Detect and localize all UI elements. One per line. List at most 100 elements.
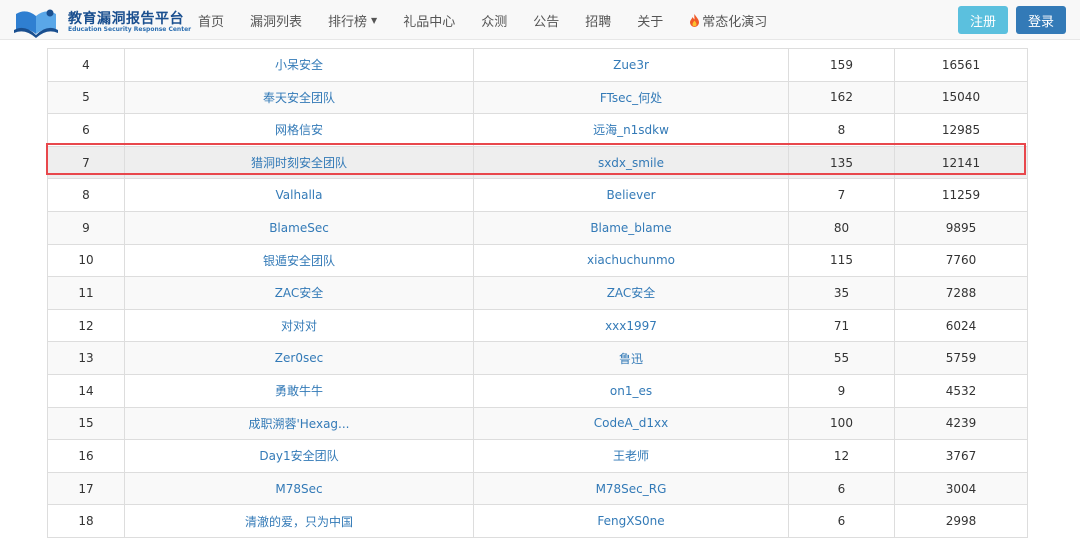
book-logo-icon	[14, 9, 58, 38]
user-link[interactable]: CodeA_d1xx	[473, 406, 789, 441]
user-link[interactable]: 远海_n1sdkw	[473, 113, 789, 147]
table-row: 8 Valhalla Believer 7 11259	[47, 178, 1028, 212]
rank-cell: 13	[47, 341, 125, 375]
user-link[interactable]: xxx1997	[473, 308, 789, 343]
score-cell: 6024	[894, 308, 1028, 343]
rank-cell: 8	[47, 178, 125, 212]
score-cell: 2998	[894, 504, 1028, 538]
user-link[interactable]: Believer	[473, 178, 789, 212]
nav-home[interactable]: 首页	[198, 11, 224, 30]
nav-ranking-label: 排行榜	[328, 14, 368, 30]
vuln-count-cell: 7	[788, 178, 895, 212]
score-cell: 3767	[894, 439, 1028, 473]
login-button[interactable]: 登录	[1016, 6, 1066, 34]
register-button[interactable]: 注册	[958, 6, 1008, 34]
score-cell: 7288	[894, 276, 1028, 310]
team-link[interactable]: Zer0sec	[124, 341, 474, 375]
team-link[interactable]: BlameSec	[124, 210, 474, 245]
logo-title: 教育漏洞报告平台	[68, 11, 184, 27]
user-link[interactable]: 鲁迅	[473, 341, 789, 375]
nav-about[interactable]: 关于	[637, 11, 663, 30]
nav-ranking[interactable]: 排行榜 ▼	[328, 11, 377, 30]
team-link[interactable]: 奉天安全团队	[124, 80, 474, 115]
team-link[interactable]: ZAC安全	[124, 276, 474, 310]
team-link[interactable]: 银遁安全团队	[124, 243, 474, 278]
rank-cell: 5	[47, 80, 125, 115]
user-link[interactable]: 王老师	[473, 439, 789, 473]
rank-cell: 10	[47, 243, 125, 278]
table-row: 9 BlameSec Blame_blame 80 9895	[47, 210, 1028, 245]
nav-recruit[interactable]: 招聘	[585, 11, 611, 30]
team-link[interactable]: 猎洞时刻安全团队	[124, 145, 474, 180]
rank-cell: 15	[47, 406, 125, 441]
table-row: 7 猎洞时刻安全团队 sxdx_smile 135 12141	[47, 145, 1028, 180]
site-logo[interactable]: 教育漏洞报告平台 Education Security Response Cen…	[12, 4, 192, 38]
nav-crowdtest[interactable]: 众测	[481, 11, 507, 30]
score-cell: 7760	[894, 243, 1028, 278]
team-link[interactable]: 清澈的爱，只为中国	[124, 504, 474, 538]
table-row: 15 成职溯蓉'Hexag... CodeA_d1xx 100 4239	[47, 406, 1028, 441]
nav-gift-center[interactable]: 礼品中心	[403, 11, 455, 30]
user-link[interactable]: Blame_blame	[473, 210, 789, 245]
user-link[interactable]: FengXS0ne	[473, 504, 789, 538]
table-row: 4 小呆安全 Zue3r 159 16561	[47, 48, 1028, 82]
rank-cell: 17	[47, 471, 125, 506]
ranking-table-body: 4 小呆安全 Zue3r 159 16561 5 奉天安全团队 FTsec_何处 162 1504…	[47, 48, 1028, 538]
rank-cell: 4	[47, 48, 125, 82]
vuln-count-cell: 12	[788, 439, 895, 473]
vuln-count-cell: 159	[788, 48, 895, 82]
user-link[interactable]: Zue3r	[473, 48, 789, 82]
nav-vuln-list-label: 漏洞列表	[250, 14, 303, 30]
team-link[interactable]: Day1安全团队	[124, 439, 474, 473]
table-row: 13 Zer0sec 鲁迅 55 5759	[47, 341, 1028, 375]
ranking-table-container: 4 小呆安全 Zue3r 159 16561 5 奉天安全团队 FTsec_何处 162 1504…	[47, 48, 1028, 538]
team-link[interactable]: Valhalla	[124, 178, 474, 212]
rank-cell: 12	[47, 308, 125, 343]
nav-vuln-list[interactable]: 漏洞列表	[250, 11, 302, 30]
rank-cell: 7	[47, 145, 125, 180]
team-link[interactable]: 网格信安	[124, 113, 474, 147]
team-link[interactable]: 成职溯蓉'Hexag...	[124, 406, 474, 441]
nav-home-label: 首页	[198, 14, 225, 30]
team-link[interactable]: M78Sec	[124, 471, 474, 506]
vuln-count-cell: 135	[788, 145, 895, 180]
score-cell: 12141	[894, 145, 1028, 180]
rank-cell: 9	[47, 210, 125, 245]
table-row: 6 网格信安 远海_n1sdkw 8 12985	[47, 113, 1028, 147]
vuln-count-cell: 6	[788, 471, 895, 506]
nav-announcement[interactable]: 公告	[533, 11, 559, 30]
user-link[interactable]: sxdx_smile	[473, 145, 789, 180]
main-nav: 首页 漏洞列表 排行榜 ▼ 礼品中心 众测 公告 招聘 关于 常态化演习	[198, 0, 793, 40]
rank-cell: 6	[47, 113, 125, 147]
caret-down-icon: ▼	[371, 15, 378, 25]
user-link[interactable]: on1_es	[473, 373, 789, 408]
vuln-count-cell: 115	[788, 243, 895, 278]
user-link[interactable]: ZAC安全	[473, 276, 789, 310]
nav-drill[interactable]: 常态化演习	[689, 11, 767, 30]
vuln-count-cell: 9	[788, 373, 895, 408]
table-row: 11 ZAC安全 ZAC安全 35 7288	[47, 276, 1028, 310]
rank-cell: 16	[47, 439, 125, 473]
user-link[interactable]: FTsec_何处	[473, 80, 789, 115]
team-link[interactable]: 勇敢牛牛	[124, 373, 474, 408]
nav-announcement-label: 公告	[533, 14, 560, 30]
team-link[interactable]: 对对对	[124, 308, 474, 343]
score-cell: 16561	[894, 48, 1028, 82]
vuln-count-cell: 6	[788, 504, 895, 538]
score-cell: 5759	[894, 341, 1028, 375]
vuln-count-cell: 8	[788, 113, 895, 147]
table-row: 14 勇敢牛牛 on1_es 9 4532	[47, 373, 1028, 408]
user-link[interactable]: M78Sec_RG	[473, 471, 789, 506]
rank-cell: 18	[47, 504, 125, 538]
score-cell: 11259	[894, 178, 1028, 212]
team-link[interactable]: 小呆安全	[124, 48, 474, 82]
ranking-table: 4 小呆安全 Zue3r 159 16561 5 奉天安全团队 FTsec_何处 162 1504…	[47, 48, 1028, 538]
score-cell: 15040	[894, 80, 1028, 115]
vuln-count-cell: 80	[788, 210, 895, 245]
nav-crowdtest-label: 众测	[481, 14, 508, 30]
table-row: 17 M78Sec M78Sec_RG 6 3004	[47, 471, 1028, 506]
nav-gift-center-label: 礼品中心	[403, 14, 456, 30]
vuln-count-cell: 55	[788, 341, 895, 375]
user-link[interactable]: xiachuchunmo	[473, 243, 789, 278]
score-cell: 3004	[894, 471, 1028, 506]
